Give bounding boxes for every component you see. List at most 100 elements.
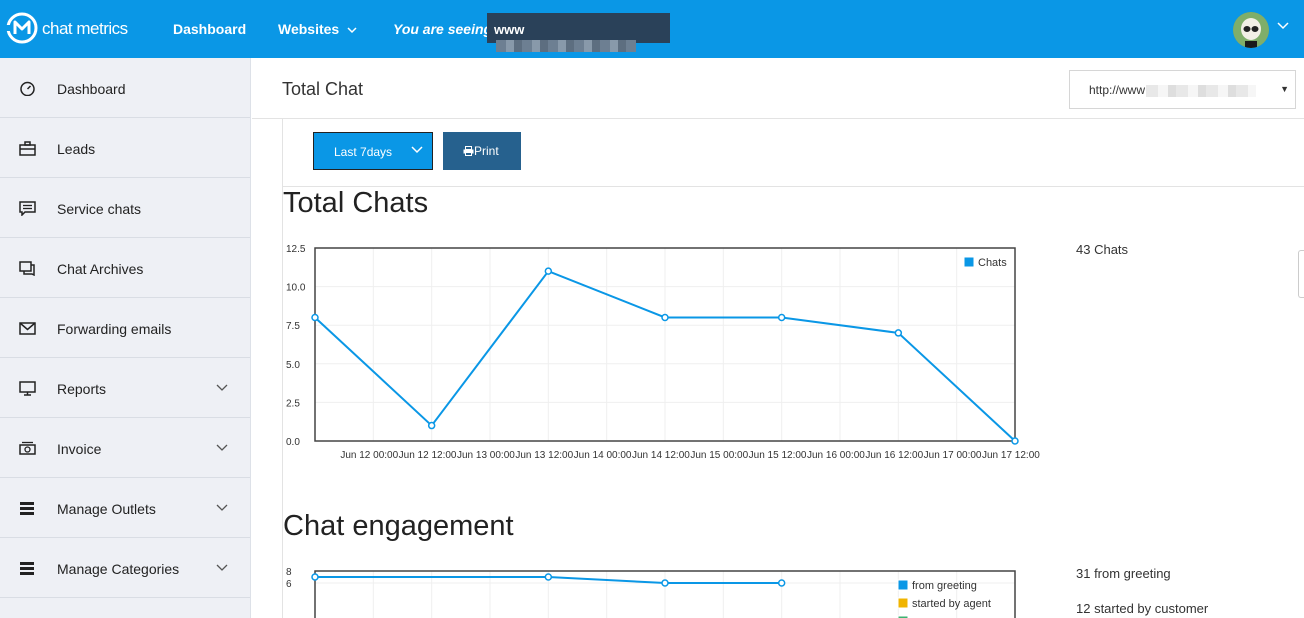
y-tick-label: 12.5 <box>286 244 306 255</box>
caret-down-icon: ▼ <box>1280 84 1289 94</box>
data-point <box>427 421 436 430</box>
sidebar-item-manage-categories[interactable]: Manage Categories <box>0 538 250 598</box>
data-point <box>661 313 669 322</box>
x-tick-label: Jun 13 12:00 <box>515 450 573 461</box>
y-tick-label: 6 <box>286 579 292 590</box>
redacted-url <box>496 39 636 52</box>
chevron-down-icon <box>347 27 357 34</box>
legend-swatch <box>963 256 975 268</box>
data-point <box>311 313 319 322</box>
x-tick-label: Jun 16 00:00 <box>807 450 865 461</box>
legend-swatch <box>897 597 909 609</box>
chat-engagement-title: Chat engagement <box>283 510 514 542</box>
sidebar-item-label: Dashboard <box>57 81 126 97</box>
x-tick-label: Jun 15 00:00 <box>690 450 748 461</box>
page-title: Total Chat <box>282 79 364 99</box>
sidebar-item-label: Manage Categories <box>57 561 180 577</box>
redacted-url <box>1146 84 1257 97</box>
nav-dashboard-link[interactable]: Dashboard <box>173 21 246 37</box>
page-header: Total Chat http://www ▼ <box>252 58 1304 119</box>
list-icon <box>20 562 34 575</box>
sidebar-item-manage-outlets[interactable]: Manage Outlets <box>0 478 250 538</box>
date-range-dropdown[interactable]: Last 7days <box>313 132 433 170</box>
nav-websites-dropdown[interactable]: Websites <box>278 21 357 37</box>
list-icon <box>20 502 34 515</box>
printer-icon <box>463 146 474 156</box>
chat-engagement-chart: 86 from greeting started by agent <box>286 567 1016 618</box>
x-tick-label: Jun 12 00:00 <box>340 450 398 461</box>
total-chats-title: Total Chats <box>283 187 429 219</box>
y-tick-label: 5.0 <box>286 360 300 371</box>
x-tick-label: Jun 15 12:00 <box>749 450 807 461</box>
sidebar-item-leads[interactable]: Leads <box>0 118 250 178</box>
x-tick-label: Jun 14 12:00 <box>632 450 690 461</box>
sidebar-item-label: Leads <box>57 141 96 157</box>
sidebar-item-service-chats[interactable]: Service chats <box>0 178 250 238</box>
chat-metrics-logo-icon[interactable] <box>6 12 38 44</box>
sidebar-item-label: Chat Archives <box>57 261 144 277</box>
total-chats-chart: 12.5 10.0 7.5 5.0 2.5 0.0 Jun 12 00:00 Jun 12 1… <box>286 244 1040 461</box>
legend-label: from greeting <box>912 580 977 592</box>
current-website-box: www <box>487 13 670 52</box>
top-navbar: chat metrics Dashboard Websites You are … <box>0 0 1304 58</box>
y-tick-label: 2.5 <box>286 398 300 409</box>
data-point <box>1011 437 1019 445</box>
data-point <box>777 313 786 322</box>
toolbar-divider <box>282 186 1304 187</box>
user-avatar[interactable] <box>1233 12 1269 48</box>
x-tick-label: Jun 12 12:00 <box>399 450 457 461</box>
money-icon <box>19 441 36 455</box>
sidebar-item-label: Forwarding emails <box>57 321 172 337</box>
chat-message-icon <box>19 201 36 216</box>
x-tick-label: Jun 17 12:00 <box>982 450 1040 461</box>
dashboard-icon <box>20 81 35 96</box>
chevron-down-icon <box>216 384 228 391</box>
print-button[interactable]: Print <box>443 132 521 170</box>
website-select[interactable]: http://www ▼ <box>1069 70 1296 109</box>
chevron-down-icon <box>216 564 228 571</box>
user-menu-chevron-icon[interactable] <box>1277 22 1289 30</box>
seeing-label: You are seeing: <box>393 21 497 37</box>
chat-archive-icon <box>19 261 35 276</box>
envelope-icon <box>19 322 36 335</box>
data-point <box>544 573 553 581</box>
sidebar: Dashboard Leads Service chats Chat Archi… <box>0 58 251 618</box>
nav-websites-label: Websites <box>278 21 340 37</box>
sidebar-item-reports[interactable]: Reports <box>0 358 250 418</box>
data-point <box>777 579 786 587</box>
sidebar-item-invoice[interactable]: Invoice <box>0 418 250 478</box>
sidebar-item-label: Service chats <box>57 201 142 217</box>
legend-swatch <box>897 579 909 591</box>
y-tick-label: 8 <box>286 567 292 578</box>
brand-name[interactable]: chat metrics <box>42 19 128 39</box>
data-point <box>894 329 903 337</box>
x-tick-label: Jun 16 12:00 <box>865 450 923 461</box>
avatar-face-icon <box>1233 12 1269 48</box>
from-greeting-stat: 31 from greeting <box>1076 566 1171 581</box>
y-tick-label: 7.5 <box>286 321 300 332</box>
data-point <box>661 579 669 587</box>
legend-label: Chats <box>978 257 1007 269</box>
x-tick-label: Jun 14 00:00 <box>574 450 632 461</box>
current-website-value: www <box>494 22 525 37</box>
sidebar-item-forwarding-emails[interactable]: Forwarding emails <box>0 298 250 358</box>
total-chats-stat: 43 Chats <box>1076 242 1129 257</box>
sidebar-item-label: Invoice <box>57 441 102 457</box>
sidebar-item-dashboard[interactable]: Dashboard <box>0 58 250 118</box>
monitor-icon <box>19 381 36 396</box>
x-tick-label: Jun 13 00:00 <box>457 450 515 461</box>
y-tick-label: 0.0 <box>286 437 300 448</box>
sidebar-item-label: Reports <box>57 381 107 397</box>
scroll-handle[interactable] <box>1298 250 1304 298</box>
chevron-down-icon <box>411 146 423 154</box>
print-label: Print <box>474 144 499 158</box>
x-tick-label: Jun 17 00:00 <box>924 450 982 461</box>
website-select-value: http://www <box>1089 83 1146 97</box>
y-tick-label: 10.0 <box>286 283 306 294</box>
data-point <box>544 267 553 275</box>
sidebar-item-chat-archives[interactable]: Chat Archives <box>0 238 250 298</box>
briefcase-icon <box>19 141 36 156</box>
chevron-down-icon <box>216 504 228 511</box>
chevron-down-icon <box>216 444 228 451</box>
legend-label: started by agent <box>912 598 991 610</box>
